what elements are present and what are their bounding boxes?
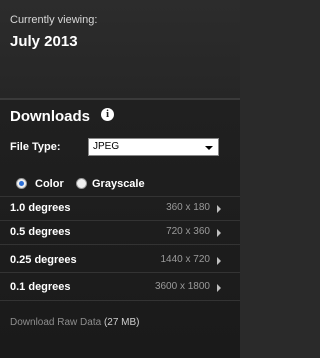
resolution-label: 0.1 degrees <box>10 281 71 293</box>
download-raw-data-link[interactable]: Download Raw Data (27 MB) <box>10 317 140 328</box>
file-type-label: File Type: <box>10 141 61 153</box>
chevron-right-icon <box>217 205 221 213</box>
row-divider <box>0 272 240 273</box>
chevron-down-icon <box>205 146 213 150</box>
resolution-size: 1440 x 720 <box>160 254 211 265</box>
resolution-row[interactable]: 0.5 degrees 720 x 360 <box>0 221 240 243</box>
currently-viewing-label: Currently viewing: <box>10 14 98 26</box>
downloads-title: Downloads <box>10 108 91 125</box>
downloads-section: Downloads i File Type: JPEG Color Graysc… <box>0 100 240 358</box>
downloads-panel: Currently viewing: July 2013 Downloads i… <box>0 0 240 358</box>
download-raw-data-text: Download Raw Data <box>10 317 102 328</box>
color-radio-label[interactable]: Color <box>35 178 64 190</box>
resolution-size: 720 x 360 <box>166 226 210 237</box>
row-divider <box>0 300 240 301</box>
row-divider <box>0 244 240 245</box>
resolution-label: 0.25 degrees <box>10 254 77 266</box>
file-type-select[interactable]: JPEG <box>88 138 219 156</box>
color-radio[interactable] <box>16 178 27 189</box>
resolution-row[interactable]: 0.25 degrees 1440 x 720 <box>0 249 240 271</box>
grayscale-radio[interactable] <box>76 178 87 189</box>
resolution-row[interactable]: 1.0 degrees 360 x 180 <box>0 197 240 219</box>
resolution-label: 0.5 degrees <box>10 226 71 238</box>
grayscale-radio-label[interactable]: Grayscale <box>92 178 145 190</box>
resolution-row[interactable]: 0.1 degrees 3600 x 1800 <box>0 276 240 298</box>
info-icon[interactable]: i <box>101 108 114 121</box>
chevron-right-icon <box>217 284 221 292</box>
chevron-right-icon <box>217 257 221 265</box>
download-raw-data-size: (27 MB) <box>103 317 140 328</box>
chevron-right-icon <box>217 229 221 237</box>
resolution-label: 1.0 degrees <box>10 202 71 214</box>
resolution-size: 360 x 180 <box>166 202 210 213</box>
file-type-value: JPEG <box>93 141 120 152</box>
resolution-size: 3600 x 1800 <box>154 281 210 292</box>
page-title: July 2013 <box>10 33 78 50</box>
header-section: Currently viewing: July 2013 <box>0 0 240 100</box>
